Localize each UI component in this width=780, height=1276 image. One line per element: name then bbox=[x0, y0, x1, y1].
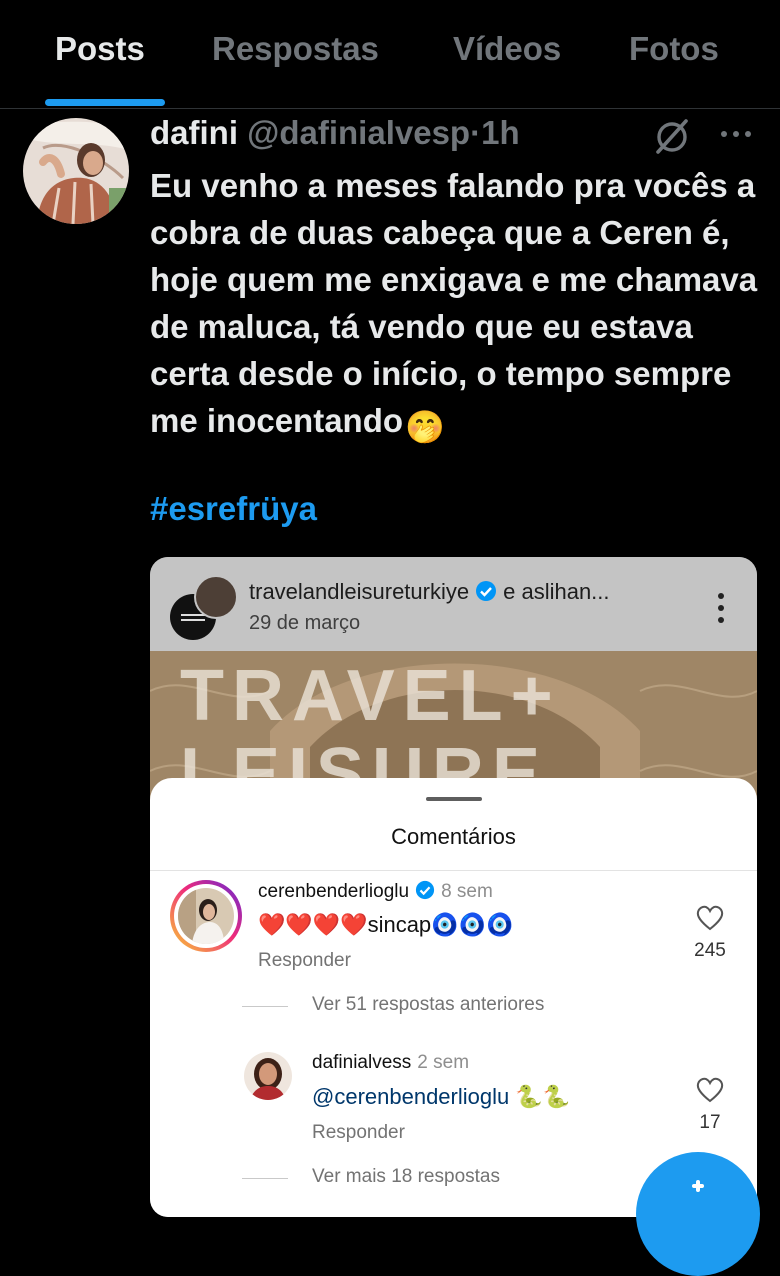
comments-title: Comentários bbox=[150, 824, 757, 850]
reply-username: dafinialvess 2 sem bbox=[312, 1052, 469, 1074]
reply-mention[interactable]: @cerenbenderlioglu bbox=[312, 1084, 509, 1109]
comment-time: 8 sem bbox=[441, 881, 493, 902]
view-previous-replies[interactable]: Ver 51 respostas anteriores bbox=[312, 994, 544, 1016]
compose-icon bbox=[636, 1152, 760, 1276]
reply-button[interactable]: Responder bbox=[258, 950, 351, 972]
ig-post-date: 29 de março bbox=[249, 612, 360, 635]
compose-button[interactable] bbox=[636, 1152, 760, 1276]
tab-posts[interactable]: Posts bbox=[55, 30, 145, 68]
comment-username: cerenbenderlioglu 8 sem bbox=[258, 880, 493, 906]
ig-post-header: travelandleisureturkiye e aslihan... 29 d… bbox=[150, 557, 757, 651]
verified-badge-icon bbox=[415, 880, 435, 906]
grok-icon[interactable] bbox=[652, 116, 692, 156]
comment-word: sincap bbox=[368, 912, 432, 937]
thread-line bbox=[242, 1006, 288, 1007]
post-media-image[interactable]: travelandleisureturkiye e aslihan... 29 d… bbox=[150, 557, 757, 1217]
ig-coauthor-avatar bbox=[194, 575, 238, 619]
ig-post-author: travelandleisureturkiye e aslihan... bbox=[249, 579, 610, 608]
thread-line bbox=[242, 1178, 288, 1179]
reply-text: @cerenbenderlioglu 🐍🐍 bbox=[312, 1084, 570, 1110]
post-hashtag[interactable]: #esrefrüya bbox=[150, 490, 317, 528]
reply-time: 2 sem bbox=[417, 1052, 469, 1073]
post-body: Eu venho a meses falando pra vocês a cob… bbox=[150, 167, 757, 439]
ig-username: travelandleisureturkiye bbox=[249, 579, 469, 604]
sheet-drag-handle bbox=[426, 797, 482, 801]
comment-evil-eyes: 🧿🧿🧿 bbox=[431, 912, 513, 937]
author-avatar[interactable] bbox=[23, 118, 129, 224]
reply-author[interactable]: dafinialvess bbox=[312, 1052, 411, 1073]
comment-like-count: 245 bbox=[685, 940, 735, 962]
author-handle[interactable]: @dafinialvesp bbox=[247, 114, 470, 151]
profile-tabs: Posts Respostas Vídeos Fotos bbox=[0, 0, 780, 109]
post-text: Eu venho a meses falando pra vocês a cob… bbox=[150, 162, 770, 451]
active-tab-indicator bbox=[45, 99, 165, 106]
brand-line-1: TRAVEL+ bbox=[180, 655, 561, 737]
more-options-icon bbox=[715, 591, 727, 625]
reply-like-count: 17 bbox=[685, 1112, 735, 1134]
reply-button[interactable]: Responder bbox=[312, 1122, 405, 1144]
comment-author[interactable]: cerenbenderlioglu bbox=[258, 881, 409, 902]
comment-avatar bbox=[178, 888, 234, 944]
tab-respostas[interactable]: Respostas bbox=[212, 30, 379, 68]
reply-snakes: 🐍🐍 bbox=[515, 1084, 570, 1109]
author-display-name[interactable]: dafini bbox=[150, 114, 238, 151]
emoji-glyph: 🤭 bbox=[405, 409, 445, 445]
post-time[interactable]: 1h bbox=[481, 114, 520, 151]
tab-fotos[interactable]: Fotos bbox=[629, 30, 719, 68]
view-more-replies[interactable]: Ver mais 18 respostas bbox=[312, 1166, 500, 1188]
tab-videos[interactable]: Vídeos bbox=[453, 30, 561, 68]
comment-text: ❤️❤️❤️❤️sincap🧿🧿🧿 bbox=[258, 912, 513, 938]
heart-icon[interactable] bbox=[696, 905, 724, 931]
sheet-divider bbox=[150, 870, 757, 871]
more-options-icon[interactable] bbox=[718, 122, 754, 146]
comment-hearts: ❤️❤️❤️❤️ bbox=[258, 912, 368, 937]
verified-badge-icon bbox=[475, 580, 497, 608]
reply-avatar bbox=[244, 1052, 292, 1100]
ig-coauthor: e aslihan... bbox=[503, 579, 609, 604]
heart-icon[interactable] bbox=[696, 1077, 724, 1103]
post-header: dafini @dafinialvesp·1h bbox=[150, 114, 520, 152]
meta-separator: · bbox=[470, 114, 481, 151]
face-with-hand-emoji: 🤭 bbox=[405, 403, 445, 451]
